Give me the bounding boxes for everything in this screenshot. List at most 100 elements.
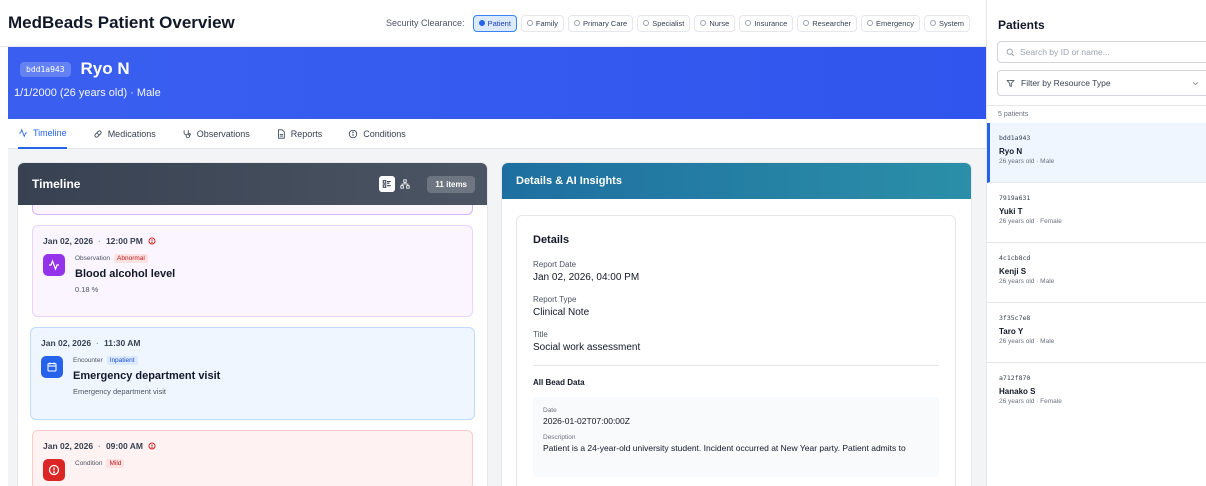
tab-bar: Timeline Medications Observations Report… bbox=[8, 119, 986, 149]
details-header: Details & AI Insights bbox=[502, 163, 971, 199]
patients-sidebar: Patients Filter by Resource Type 5 patie… bbox=[986, 0, 1206, 486]
patient-list-demographics: 26 years old · Female bbox=[999, 218, 1062, 225]
tab-timeline[interactable]: Timeline bbox=[18, 119, 67, 149]
clearance-option-emergency[interactable]: Emergency bbox=[861, 14, 920, 32]
timeline-item-partial[interactable] bbox=[32, 205, 473, 215]
bead-field-label: Date bbox=[543, 407, 557, 414]
patient-list-demographics: 26 years old · Male bbox=[999, 338, 1055, 345]
tab-reports[interactable]: Reports bbox=[276, 119, 322, 149]
patient-list-demographics: 26 years old · Male bbox=[999, 278, 1055, 285]
timeline-item-title: Blood alcohol level bbox=[75, 268, 176, 280]
timeline-item-description: 0.18 % bbox=[75, 285, 99, 294]
top-bar: MedBeads Patient Overview Security Clear… bbox=[0, 0, 986, 47]
timeline-item-type: Observation bbox=[75, 255, 111, 262]
patient-list-id: 3f35c7e8 bbox=[999, 314, 1031, 322]
list-view-icon bbox=[383, 180, 392, 188]
field-value: Jan 02, 2026, 04:00 PM bbox=[533, 272, 640, 283]
details-card: Details Report Date Jan 02, 2026, 04:00 … bbox=[516, 215, 956, 486]
patient-list-name: Taro Y bbox=[999, 327, 1024, 336]
radio-icon bbox=[643, 20, 650, 26]
sidebar-title: Patients bbox=[998, 18, 1045, 32]
details-heading: Details bbox=[533, 234, 570, 246]
divider bbox=[533, 365, 939, 366]
patient-list-item[interactable]: 4c1cb8cd Kenji S 26 years old · Male bbox=[987, 243, 1206, 303]
timeline-item[interactable]: Jan 02, 2026 · 09:00 AM Condition Mild bbox=[32, 430, 473, 486]
radio-icon bbox=[929, 20, 936, 26]
bead-data-box: Date 2026-01-02T07:00:00Z Description Pa… bbox=[533, 397, 939, 477]
clearance-option-patient[interactable]: Patient bbox=[472, 14, 517, 32]
bead-data-heading: All Bead Data bbox=[533, 378, 585, 387]
timeline-item-title: Emergency department visit bbox=[73, 370, 221, 382]
clearance-option-insurance[interactable]: Insurance bbox=[739, 14, 794, 32]
search-icon bbox=[1006, 48, 1015, 56]
timeline-item-date: Jan 02, 2026 bbox=[43, 236, 94, 246]
filter-icon bbox=[1006, 79, 1015, 87]
radio-icon bbox=[574, 20, 581, 26]
calendar-icon bbox=[41, 356, 63, 378]
timeline-item[interactable]: Jan 02, 2026 · 11:30 AM Encounter Inpati… bbox=[30, 327, 475, 420]
list-view-button[interactable] bbox=[379, 176, 396, 192]
timeline-item[interactable]: Jan 02, 2026 · 12:00 PM Observation Abno… bbox=[32, 225, 473, 317]
search-input[interactable] bbox=[1020, 47, 1200, 57]
timeline-header: Timeline 11 items bbox=[18, 163, 487, 205]
timeline-item-type: Encounter bbox=[73, 357, 103, 364]
patient-list-name: Yuki T bbox=[999, 207, 1023, 216]
graph-view-button[interactable] bbox=[397, 176, 413, 192]
view-toggle bbox=[379, 176, 413, 192]
patient-list-demographics: 26 years old · Female bbox=[999, 398, 1062, 405]
field-label: Report Date bbox=[533, 260, 577, 269]
clearance-option-nurse[interactable]: Nurse bbox=[694, 14, 736, 32]
radio-icon bbox=[745, 20, 752, 26]
observation-icon bbox=[43, 254, 65, 276]
tab-observations[interactable]: Observations bbox=[182, 119, 250, 149]
clearance-option-family[interactable]: Family bbox=[520, 14, 565, 32]
clearance-option-specialist[interactable]: Specialist bbox=[637, 14, 691, 32]
radio-icon bbox=[803, 20, 810, 26]
tab-conditions[interactable]: Conditions bbox=[348, 119, 406, 149]
patient-list-id: bdd1a943 bbox=[999, 134, 1031, 142]
chevron-down-icon bbox=[1192, 81, 1199, 85]
timeline-item-date: Jan 02, 2026 bbox=[43, 441, 94, 451]
timeline-item-date: Jan 02, 2026 bbox=[41, 338, 92, 348]
divider bbox=[987, 105, 1206, 106]
clearance-option-researcher[interactable]: Researcher bbox=[797, 14, 858, 32]
patient-list: bdd1a943 Ryo N 26 years old · Male 7919a… bbox=[987, 123, 1206, 423]
resource-type-filter[interactable]: Filter by Resource Type bbox=[997, 70, 1206, 96]
patient-list-name: Ryo N bbox=[999, 147, 1023, 156]
document-icon bbox=[277, 129, 285, 139]
patient-count: 5 patients bbox=[998, 111, 1029, 118]
patient-list-id: a712f870 bbox=[999, 374, 1031, 382]
timeline-item-description: Emergency department visit bbox=[73, 387, 166, 396]
timeline-item-time: 09:00 AM bbox=[105, 441, 143, 451]
timeline-list[interactable]: Jan 02, 2026 · 12:00 PM Observation Abno… bbox=[18, 205, 487, 486]
timeline-count-badge: 11 items bbox=[427, 175, 475, 193]
bead-field-value: Patient is a 24-year-old university stud… bbox=[543, 443, 906, 453]
bead-field-value: 2026-01-02T07:00:00Z bbox=[543, 416, 630, 426]
field-label: Report Type bbox=[533, 295, 577, 304]
radio-icon bbox=[526, 20, 533, 26]
status-badge: Abnormal bbox=[114, 254, 148, 263]
field-label: Title bbox=[533, 330, 548, 339]
patient-demographics: 1/1/2000 (26 years old) · Male bbox=[14, 87, 161, 99]
filter-label: Filter by Resource Type bbox=[1021, 78, 1111, 88]
timeline-panel: Timeline 11 items Jan 02, 2026 · 12:00 P… bbox=[18, 163, 487, 486]
patient-list-item[interactable]: 3f35c7e8 Taro Y 26 years old · Male bbox=[987, 303, 1206, 363]
timeline-title: Timeline bbox=[32, 177, 81, 191]
patient-id-badge: bdd1a943 bbox=[20, 61, 71, 77]
patient-list-item[interactable]: 7919a631 Yuki T 26 years old · Female bbox=[987, 183, 1206, 243]
patient-list-item[interactable]: a712f870 Hanako S 26 years old · Female bbox=[987, 363, 1206, 423]
activity-icon bbox=[18, 128, 28, 138]
patient-name: Ryo N bbox=[80, 59, 130, 78]
clearance-option-system[interactable]: System bbox=[923, 14, 970, 32]
field-value: Social work assessment bbox=[533, 342, 641, 353]
patient-banner: bdd1a943 Ryo N 1/1/2000 (26 years old) ·… bbox=[8, 47, 986, 119]
clearance-option-primary-care[interactable]: Primary Care bbox=[568, 14, 634, 32]
patient-list-item[interactable]: bdd1a943 Ryo N 26 years old · Male bbox=[987, 123, 1206, 183]
details-panel: Details & AI Insights Details Report Dat… bbox=[502, 163, 971, 486]
timeline-item-type: Condition bbox=[75, 460, 103, 467]
search-box bbox=[997, 41, 1206, 63]
alert-icon bbox=[148, 237, 156, 245]
field-value: Clinical Note bbox=[533, 307, 590, 318]
tab-medications[interactable]: Medications bbox=[93, 119, 156, 149]
patient-list-id: 4c1cb8cd bbox=[999, 254, 1031, 262]
